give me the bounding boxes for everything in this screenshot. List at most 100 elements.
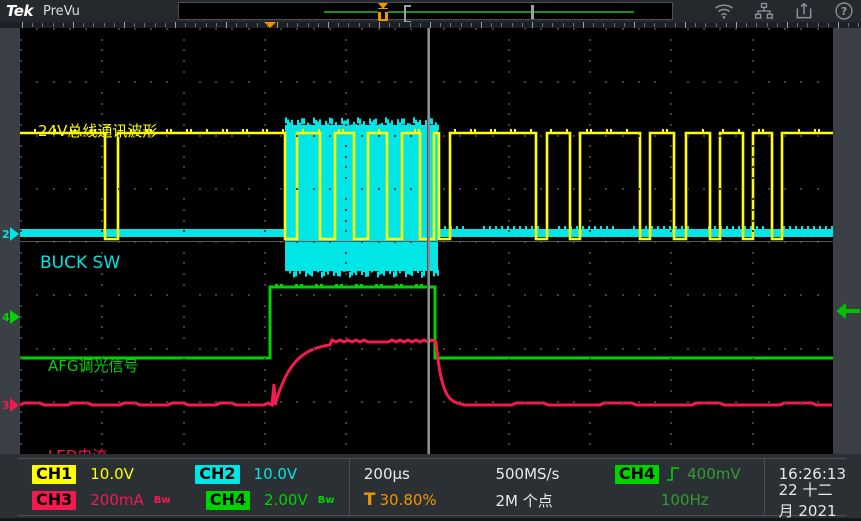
trigger-group[interactable]: CH4 400mV 100Hz: [615, 459, 764, 515]
graticule-dot: [784, 135, 786, 137]
graticule-dot: [183, 262, 185, 264]
timebase-group[interactable]: 200µs T 30.80%: [350, 459, 482, 515]
graticule-dot: [345, 230, 347, 232]
graticule-dot: [784, 188, 786, 190]
graticule-dot: [752, 337, 754, 339]
ch4-ripple: [375, 284, 378, 288]
graticule-dot: [508, 326, 510, 328]
graticule-dot: [768, 81, 770, 83]
graticule-dot: [670, 252, 672, 254]
graticule-dot: [687, 188, 689, 190]
ch2-burst-noise: [437, 125, 439, 131]
graticule-dot: [101, 198, 103, 200]
ch2-burst-noise: [405, 271, 407, 277]
ch2-baseline-noise: [594, 226, 596, 229]
ch2-badge[interactable]: CH2: [195, 465, 239, 484]
ruler-tick: [165, 23, 166, 27]
overview-zoom-bracket-right[interactable]: [531, 5, 534, 19]
ch2-baseline-noise: [663, 226, 665, 229]
ruler-tick: [818, 23, 819, 27]
right-edge-level-marker-icon[interactable]: [836, 303, 860, 319]
ch2-baseline-noise: [525, 226, 527, 229]
ruler-tick: [573, 23, 574, 27]
graticule-dot: [394, 401, 396, 403]
graticule-dot: [264, 166, 266, 168]
network-icon[interactable]: [753, 1, 775, 21]
ch2-baseline-noise: [513, 226, 515, 229]
graticule-dot: [670, 443, 672, 445]
graticule-dot: [329, 28, 331, 30]
ch2-burst-noise: [319, 119, 321, 125]
graticule-dot: [345, 390, 347, 392]
graticule-dot: [703, 81, 705, 83]
graticule-dot: [703, 188, 705, 190]
graticule-dot: [101, 433, 103, 435]
graticule-display[interactable]: 24V总线通讯波形 BUCK SW AFG调光信号 LED电流: [20, 28, 833, 454]
save-icon[interactable]: [793, 1, 815, 21]
graticule-dot: [53, 401, 55, 403]
graticule-dot: [670, 230, 672, 232]
ch2-burst-noise: [379, 124, 381, 130]
vertical-cursor[interactable]: [428, 28, 430, 454]
clock-group: 16:26:13 22 十二月 2021: [765, 459, 846, 515]
ch4-badge[interactable]: CH4: [206, 491, 250, 510]
graticule-dot: [361, 188, 363, 190]
graticule-dot: [345, 49, 347, 51]
graticule-dot: [670, 103, 672, 105]
graticule-dot: [524, 348, 526, 350]
ruler-tick: [134, 23, 135, 27]
ruler-tick: [797, 23, 798, 27]
graticule-dot: [768, 401, 770, 403]
channel-marker-ch3[interactable]: 3: [2, 398, 19, 412]
graticule-dot: [280, 294, 282, 296]
ch2-burst-noise: [367, 271, 369, 277]
ruler-tick: [318, 23, 319, 27]
trigger-source-badge[interactable]: CH4: [615, 465, 659, 484]
graticule-dot: [703, 294, 705, 296]
ch2-burst-noise: [325, 121, 327, 127]
overview-zoom-bracket-left[interactable]: [404, 5, 411, 23]
graticule-dot: [183, 326, 185, 328]
ruler-tick: [206, 23, 207, 27]
graticule-dot: [313, 28, 315, 30]
graticule-dot: [784, 294, 786, 296]
graticule-dot: [508, 379, 510, 381]
graticule-dot: [800, 348, 802, 350]
ch2-burst-noise: [387, 119, 389, 125]
ch2-burst-noise: [323, 125, 325, 131]
graticule-dot: [752, 60, 754, 62]
channel-marker-ch4[interactable]: 4: [2, 310, 20, 324]
graticule-dot: [670, 177, 672, 179]
ch1-overshoot-ripple: [262, 129, 264, 134]
graticule-dot: [101, 316, 103, 318]
graticule-dot: [183, 145, 185, 147]
help-icon[interactable]: ?: [833, 1, 855, 21]
overview-trigger-marker-icon[interactable]: [375, 3, 391, 21]
ch2-burst-noise: [315, 265, 317, 271]
ch1-badge[interactable]: CH1: [32, 465, 76, 484]
graticule-dot: [183, 337, 185, 339]
ch2-burst-noise: [297, 265, 299, 271]
graticule-dot: [183, 358, 185, 360]
graticule-dot: [752, 422, 754, 424]
graticule-dot: [492, 135, 494, 137]
graticule-dot: [264, 369, 266, 371]
ch2-burst-noise: [289, 267, 291, 273]
waveform-overview-strip[interactable]: [178, 2, 673, 20]
graticule-dot: [670, 39, 672, 41]
ch3-badge[interactable]: CH3: [32, 491, 76, 510]
graticule-dot: [183, 422, 185, 424]
graticule-dot: [670, 92, 672, 94]
ch2-burst-noise: [309, 269, 311, 275]
channel-marker-ch2[interactable]: 2: [2, 227, 19, 241]
graticule-dot: [53, 294, 55, 296]
top-bar: Tek PreVu: [0, 0, 861, 22]
ch2-burst-noise: [335, 122, 337, 128]
ch2-burst-noise: [303, 263, 305, 269]
acquisition-group[interactable]: 500MS/s 2M 个点: [481, 459, 614, 515]
graticule-dot: [394, 188, 396, 190]
wifi-icon[interactable]: [713, 1, 735, 21]
ch1-overshoot-ripple: [190, 129, 192, 134]
graticule-dot: [183, 411, 185, 413]
ch2-burst-noise: [371, 267, 373, 273]
